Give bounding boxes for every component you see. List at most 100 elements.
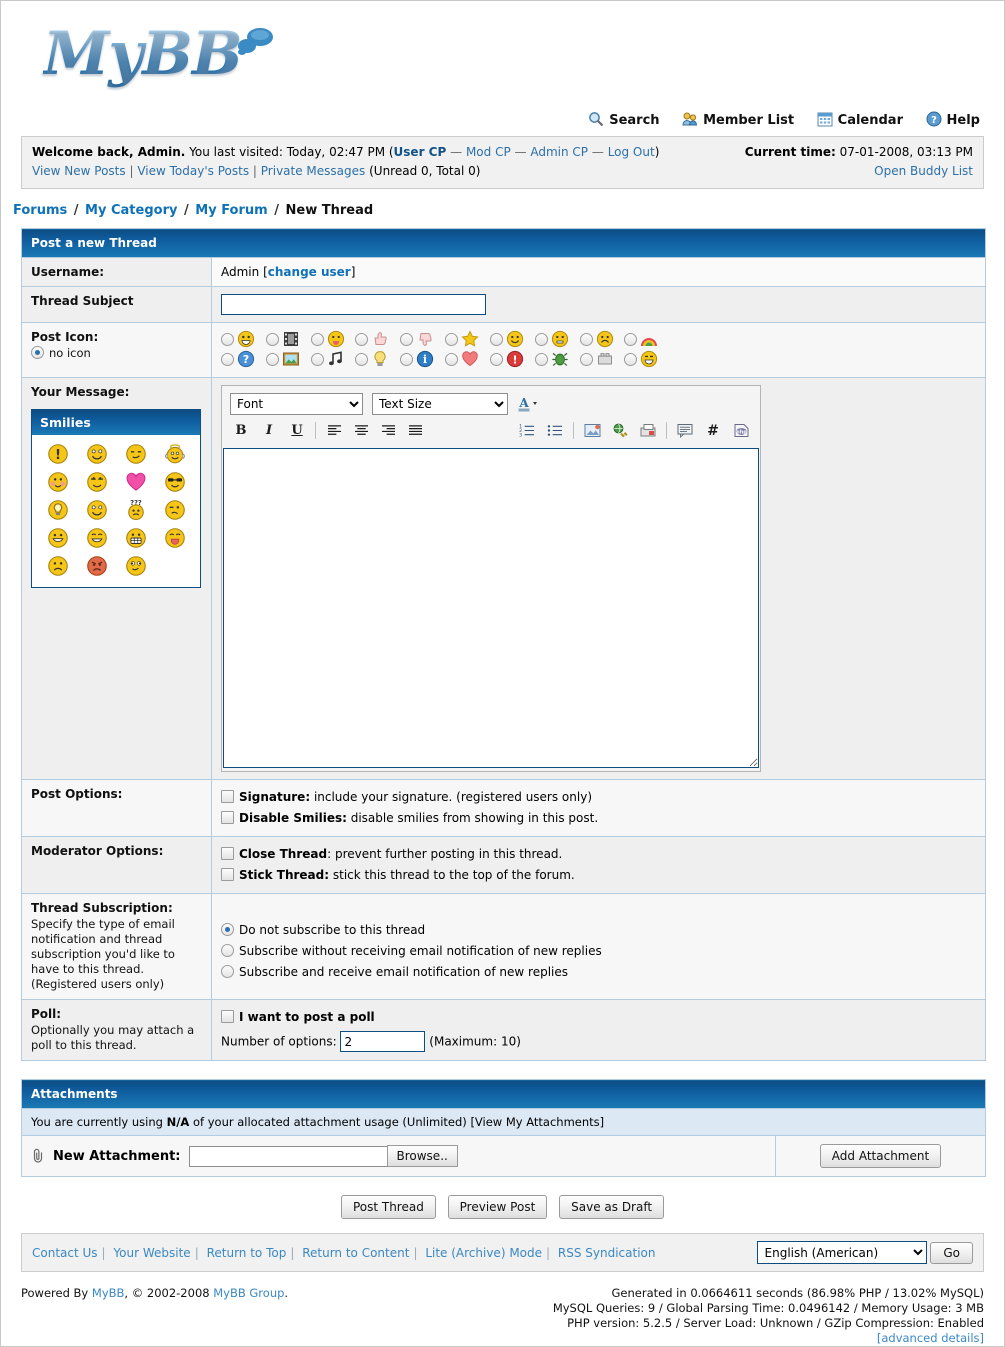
powered-mybb-link[interactable]: MyBB — [92, 1286, 125, 1300]
toothy-smilie[interactable] — [125, 527, 147, 549]
admin-cp-link[interactable]: Admin CP — [530, 145, 588, 159]
post-icon-radio[interactable] — [490, 353, 503, 366]
post-icon-radio[interactable] — [266, 353, 279, 366]
bug-icon[interactable] — [551, 350, 569, 368]
option-disable-smilies[interactable]: Disable Smilies: disable smilies from sh… — [221, 808, 976, 829]
smile-smilie[interactable] — [86, 443, 108, 465]
log-out-link[interactable]: Log Out — [608, 145, 655, 159]
post-icon-radio[interactable] — [266, 333, 279, 346]
post-icon-radio[interactable] — [624, 333, 637, 346]
nav-search[interactable]: Search — [588, 111, 663, 128]
post-icon-radio[interactable] — [311, 353, 324, 366]
align-center-button[interactable] — [350, 420, 372, 441]
subscription-option[interactable]: Do not subscribe to this thread — [221, 920, 976, 941]
bold-button[interactable]: B — [230, 420, 252, 441]
post-icon-radio[interactable] — [490, 333, 503, 346]
footer-link-return-to-content[interactable]: Return to Content — [302, 1246, 409, 1260]
grin-icon[interactable] — [237, 330, 255, 348]
italic-button[interactable]: I — [258, 420, 280, 441]
thumbsup-icon[interactable] — [371, 330, 389, 348]
poll-options-input[interactable] — [340, 1031, 425, 1052]
tongue-icon[interactable] — [327, 330, 345, 348]
nav-member-list[interactable]: Member List — [682, 111, 798, 128]
post-icon-radio[interactable] — [400, 333, 413, 346]
mod-cp-link[interactable]: Mod CP — [466, 145, 511, 159]
subscription-option[interactable]: Subscribe without receiving email notifi… — [221, 941, 976, 962]
breadcrumb-my-forum[interactable]: My Forum — [195, 203, 267, 218]
post-icon-radio[interactable] — [580, 353, 593, 366]
file-name-field[interactable] — [189, 1146, 387, 1167]
poll-checkbox-row[interactable]: I want to post a poll — [221, 1007, 976, 1027]
post-icon-radio[interactable] — [311, 333, 324, 346]
align-left-button[interactable] — [323, 420, 345, 441]
subscription-option[interactable]: Subscribe and receive email notification… — [221, 962, 976, 983]
insert-image-button[interactable] — [581, 420, 603, 441]
idea-smilie[interactable] — [47, 499, 69, 521]
preview-post-button[interactable]: Preview Post — [448, 1195, 548, 1219]
biggrin-smilie[interactable] — [86, 499, 108, 521]
option-stick-thread[interactable]: Stick Thread: stick this thread to the t… — [221, 865, 976, 886]
footer-link-your-website[interactable]: Your Website — [113, 1246, 190, 1260]
info-icon[interactable]: i — [416, 350, 434, 368]
view-todays-posts-link[interactable]: View Today's Posts — [137, 164, 249, 178]
subscribe-no-email-radio[interactable] — [221, 944, 234, 957]
post-icon-radio[interactable] — [355, 353, 368, 366]
tongue-smilie[interactable] — [164, 527, 186, 549]
confused-smilie[interactable]: ??? — [125, 499, 147, 521]
add-attachment-button[interactable]: Add Attachment — [820, 1144, 941, 1168]
undecided-smilie[interactable] — [164, 499, 186, 521]
signature-checkbox[interactable] — [221, 790, 234, 803]
site-logo[interactable]: MyBB — [1, 1, 1004, 105]
align-justify-button[interactable] — [404, 420, 426, 441]
no-icon-radio[interactable] — [31, 346, 44, 359]
footer-link-return-to-top[interactable]: Return to Top — [207, 1246, 287, 1260]
post-icon-radio[interactable] — [535, 353, 548, 366]
user-cp-link[interactable]: User CP — [394, 145, 447, 159]
photo-icon[interactable] — [282, 350, 300, 368]
powered-group-link[interactable]: MyBB Group — [213, 1286, 284, 1300]
rainbow-icon[interactable] — [640, 330, 658, 348]
nav-calendar[interactable]: Calendar — [817, 111, 907, 128]
underline-button[interactable]: U — [286, 420, 308, 441]
grin-smilie[interactable] — [86, 527, 108, 549]
unordered-list-button[interactable] — [544, 420, 566, 441]
ordered-list-button[interactable]: 123 — [516, 420, 538, 441]
post-icon-radio[interactable] — [535, 333, 548, 346]
smile-icon[interactable] — [506, 330, 524, 348]
view-new-posts-link[interactable]: View New Posts — [32, 164, 126, 178]
film-icon[interactable] — [282, 330, 300, 348]
option-signature[interactable]: Signature: include your signature. (regi… — [221, 787, 976, 808]
question-icon[interactable]: ? — [237, 350, 255, 368]
brick-icon[interactable] — [596, 350, 614, 368]
sad-icon[interactable] — [596, 330, 614, 348]
stick-thread-checkbox[interactable] — [221, 868, 234, 881]
insert-email-button[interactable] — [637, 420, 659, 441]
align-right-button[interactable] — [377, 420, 399, 441]
advanced-details-link[interactable]: [advanced details] — [877, 1331, 984, 1345]
post-icon-radio[interactable] — [400, 353, 413, 366]
neutral-icon[interactable] — [551, 330, 569, 348]
thread-subject-input[interactable] — [221, 294, 486, 315]
save-draft-button[interactable]: Save as Draft — [559, 1195, 664, 1219]
open-buddy-list-link[interactable]: Open Buddy List — [874, 164, 973, 178]
subscribe-email-radio[interactable] — [221, 965, 234, 978]
post-icon-radio[interactable] — [445, 353, 458, 366]
close-thread-checkbox[interactable] — [221, 847, 234, 860]
music-icon[interactable] — [327, 350, 345, 368]
breadcrumb-forums[interactable]: Forums — [13, 203, 67, 218]
post-icon-radio[interactable] — [580, 333, 593, 346]
post-icon-radio[interactable] — [355, 333, 368, 346]
post-icon-radio[interactable] — [624, 353, 637, 366]
post-thread-button[interactable]: Post Thread — [341, 1195, 436, 1219]
shy-smilie[interactable] — [125, 443, 147, 465]
language-select[interactable]: English (American) — [757, 1241, 927, 1264]
sad-smilie[interactable] — [47, 555, 69, 577]
post-poll-checkbox[interactable] — [221, 1010, 234, 1023]
footer-link-contact-us[interactable]: Contact Us — [32, 1246, 98, 1260]
nav-help[interactable]: ? Help — [926, 111, 984, 128]
blush-smilie[interactable] — [47, 471, 69, 493]
font-select[interactable]: Font — [230, 393, 363, 415]
breadcrumb-my-category[interactable]: My Category — [85, 203, 177, 218]
laugh-icon[interactable] — [640, 350, 658, 368]
insert-link-button[interactable] — [609, 420, 631, 441]
